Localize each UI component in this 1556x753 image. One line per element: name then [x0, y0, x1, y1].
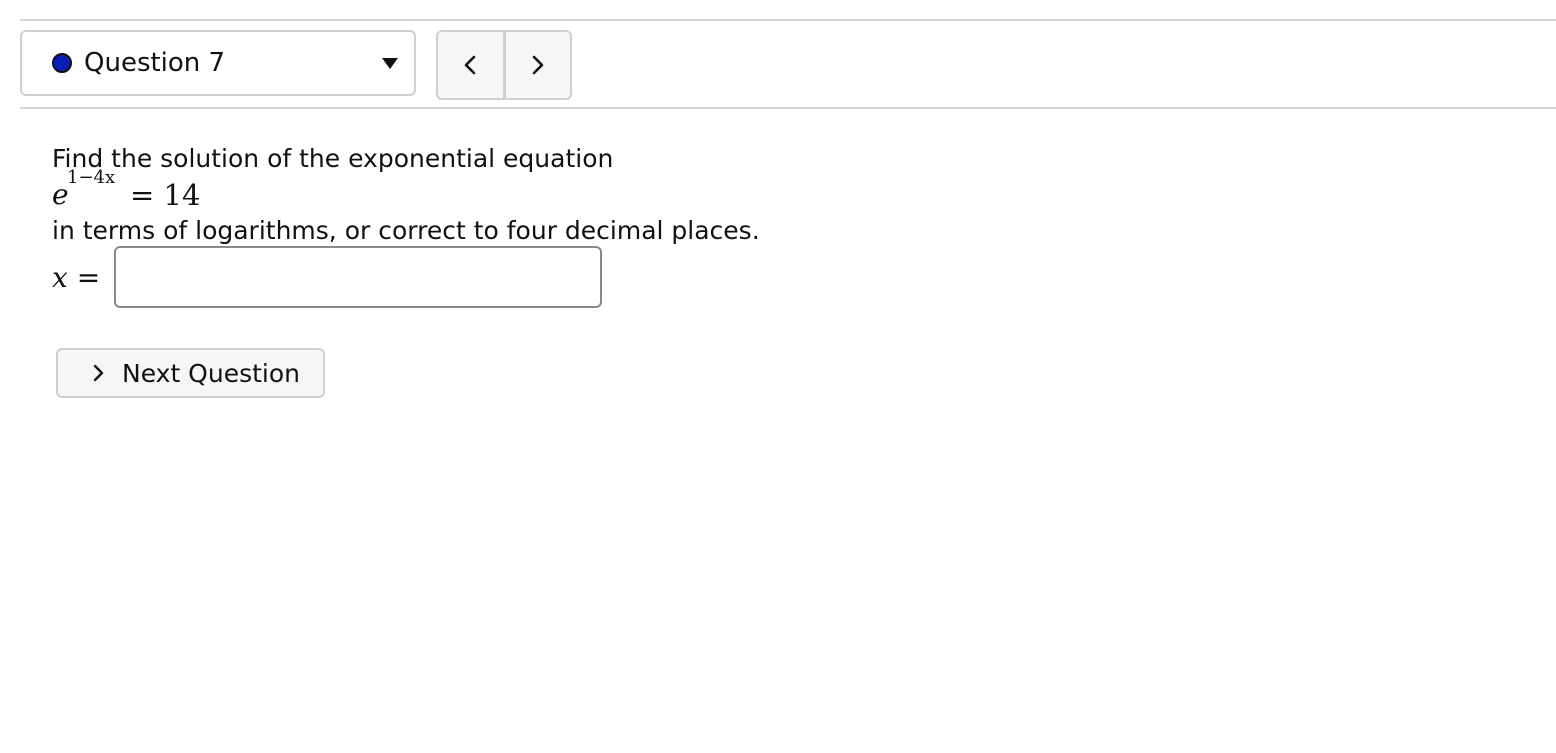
equation-rhs: = 14	[130, 178, 201, 212]
question-page: Question 7 Find the solution of the expo…	[0, 0, 1556, 753]
equation-exponent: 1−4x	[67, 167, 116, 188]
previous-question-button[interactable]	[438, 32, 503, 98]
answer-row: x =	[52, 246, 602, 308]
problem-statement: Find the solution of the exponential equ…	[52, 142, 952, 248]
problem-intro: Find the solution of the exponential equ…	[52, 144, 614, 173]
question-nav-group	[436, 30, 572, 100]
question-selector-label: Question 7	[84, 48, 226, 78]
next-question-button[interactable]: Next Question	[56, 348, 325, 398]
next-question-label: Next Question	[122, 358, 301, 388]
chevron-right-icon	[532, 55, 544, 75]
question-status-dot	[52, 53, 72, 73]
question-selector[interactable]: Question 7	[20, 30, 416, 96]
header-divider	[20, 107, 1556, 109]
next-question-nav-button[interactable]	[502, 32, 570, 98]
chevron-left-icon	[464, 55, 476, 75]
caret-down-icon	[382, 58, 398, 69]
equation: e 1−4x = 14	[52, 167, 952, 214]
answer-input[interactable]	[114, 246, 602, 308]
chevron-right-icon	[93, 364, 104, 382]
top-divider	[20, 19, 1556, 21]
problem-instruction: in terms of logarithms, or correct to fo…	[52, 216, 760, 245]
answer-label: x =	[52, 260, 101, 294]
